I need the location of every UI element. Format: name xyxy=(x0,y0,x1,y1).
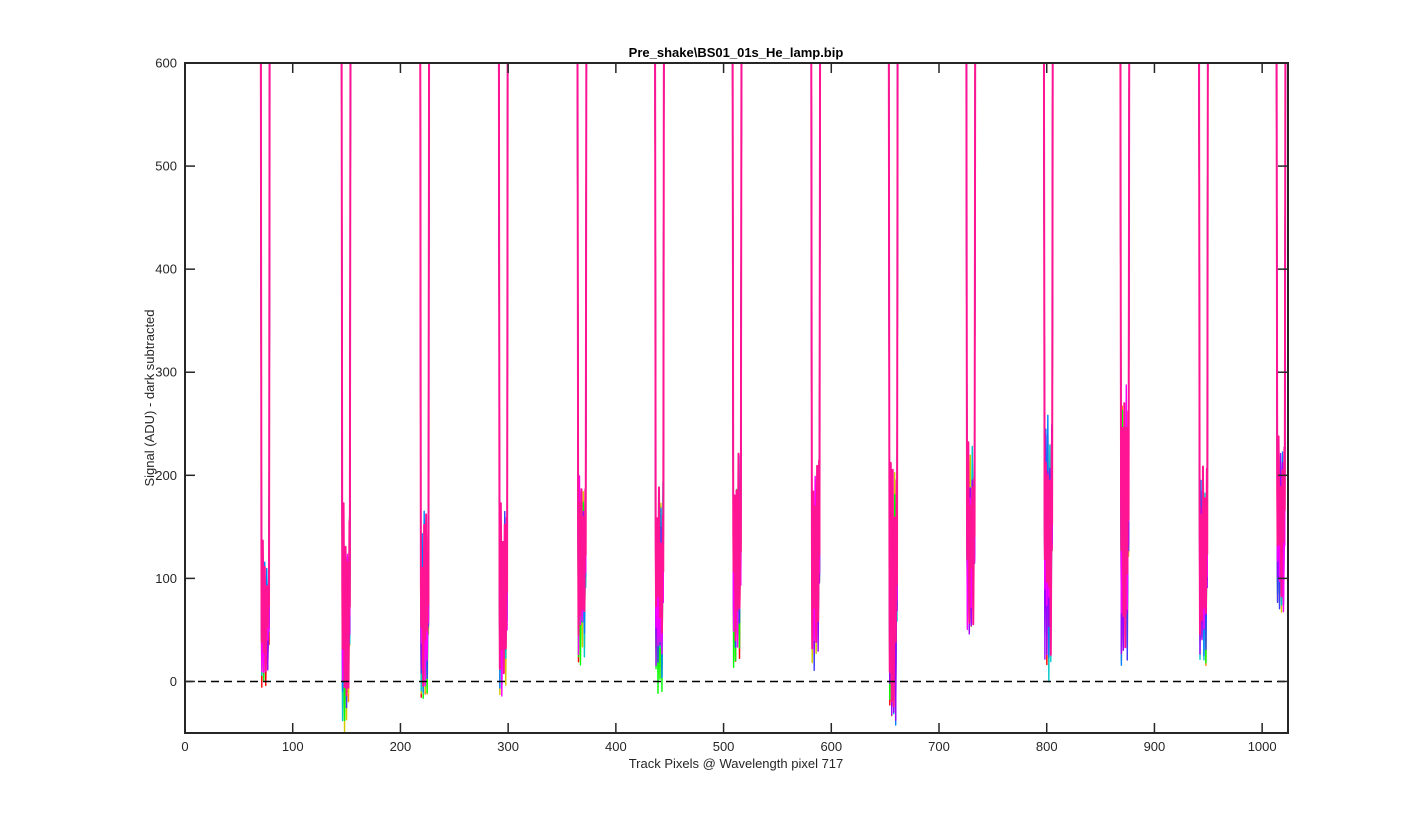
x-tick-label: 900 xyxy=(1144,739,1166,754)
x-tick-label: 0 xyxy=(181,739,188,754)
x-tick-label: 100 xyxy=(282,739,304,754)
y-tick-label: 300 xyxy=(155,365,177,380)
x-tick-label: 1000 xyxy=(1248,739,1277,754)
x-axis-label: Track Pixels @ Wavelength pixel 717 xyxy=(629,756,844,771)
chart-title: Pre_shake\BS01_01s_He_lamp.bip xyxy=(629,45,844,60)
x-tick-label: 300 xyxy=(497,739,519,754)
y-tick-label: 400 xyxy=(155,262,177,277)
chart: 0 100 200 300 400 500 600 700 800 900 1000 0 100 200 3… xyxy=(142,45,1289,771)
x-tick-label: 700 xyxy=(928,739,950,754)
y-tick-label: 0 xyxy=(170,674,177,689)
y-axis-label: Signal (ADU) - dark subtracted xyxy=(142,309,157,486)
y-tick-label: 600 xyxy=(155,56,177,71)
x-tick-label: 500 xyxy=(713,739,735,754)
y-tick-label: 100 xyxy=(155,571,177,586)
y-tick-label: 200 xyxy=(155,468,177,483)
x-tick-label: 400 xyxy=(605,739,627,754)
x-tick-label: 200 xyxy=(390,739,412,754)
x-tick-label: 600 xyxy=(820,739,842,754)
y-tick-label: 500 xyxy=(155,159,177,174)
x-tick-label: 800 xyxy=(1036,739,1058,754)
